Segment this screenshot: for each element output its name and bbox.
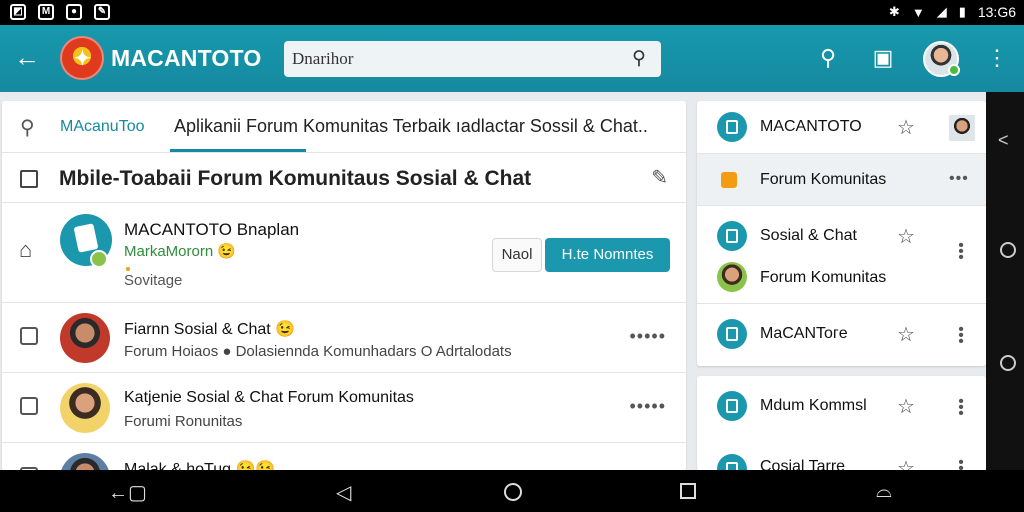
community-icon	[717, 391, 747, 421]
image-notification-icon: ◩	[10, 4, 26, 20]
community-item[interactable]: Mdum Kommsl ☆ • • •	[697, 376, 986, 436]
avatar	[60, 453, 110, 471]
edit-icon[interactable]: ✎	[651, 165, 668, 190]
more-vert-icon[interactable]: • • •	[958, 322, 964, 350]
star-icon[interactable]: ☆	[897, 456, 915, 471]
community-item[interactable]: Forum Komunitas •••	[697, 154, 986, 206]
community-icon	[717, 221, 747, 251]
mail-notification-icon: M	[38, 4, 54, 20]
community-icon	[717, 319, 747, 349]
home-nav-icon[interactable]	[504, 483, 522, 501]
secondary-button[interactable]: Naol	[492, 238, 542, 272]
bag-icon[interactable]: ▣	[870, 45, 896, 71]
select-all-checkbox[interactable]	[20, 170, 38, 188]
search-input[interactable]	[292, 47, 612, 71]
back-arrow-icon[interactable]: ←	[14, 43, 42, 71]
clock: 13:G6	[977, 4, 1016, 20]
forum-panel: ⚲ MAcanuToo Aplikanii Forum Komunitas Te…	[2, 101, 686, 471]
bluetooth-icon: ✱	[888, 4, 900, 19]
system-navigation-bar: ←▢ ◁ ⌓	[0, 470, 1024, 512]
community-label: Mdum Kommsl	[760, 397, 867, 414]
community-label: Forum Komunitas	[760, 269, 887, 286]
status-dot	[126, 267, 130, 271]
online-status-dot	[948, 64, 960, 76]
featured-meta: Sovitage	[124, 272, 183, 289]
search-icon[interactable]: ⚲	[815, 45, 841, 71]
join-button[interactable]: H.te Nomntes	[545, 238, 670, 272]
community-list: MACANTOTO ☆ Forum Komunitas ••• Sosial &…	[697, 101, 986, 366]
community-label: Forum Komunitas	[760, 171, 887, 188]
profile-avatar[interactable]	[923, 41, 960, 77]
rotate-nav-icon[interactable]: ⌓	[876, 480, 892, 503]
community-label: MACANTOTO	[760, 118, 862, 135]
community-label: MaCANToгe	[760, 325, 848, 342]
battery-icon: ▮	[958, 4, 966, 19]
recents-nav-icon[interactable]	[680, 483, 696, 499]
side-circle-button[interactable]	[1000, 355, 1016, 371]
side-navigation: <	[986, 92, 1024, 470]
back-triangle-icon[interactable]: ◁	[336, 480, 351, 505]
chevron-left-icon[interactable]: <	[998, 130, 1009, 151]
community-logo	[60, 214, 112, 268]
back-nav-icon[interactable]: ←▢	[108, 480, 147, 505]
list-item[interactable]: Katjenie Sosial & Chat Forum Komunitas F…	[2, 373, 686, 443]
community-label: Sosial & Chat	[760, 227, 857, 244]
more-horiz-icon[interactable]: •••••	[629, 326, 666, 347]
community-icon	[717, 454, 747, 471]
community-icon	[717, 112, 747, 142]
more-vert-icon[interactable]: • • •	[958, 238, 964, 266]
tab-brand[interactable]: MAcanuToo	[60, 118, 145, 136]
tab-bar: ⚲ MAcanuToo Aplikanii Forum Komunitas Te…	[2, 101, 686, 153]
community-item[interactable]: MaCANToгe ☆ • • •	[697, 304, 986, 366]
star-icon[interactable]: ☆	[897, 115, 915, 140]
app-notification-icon: ✎	[94, 4, 110, 20]
community-list-secondary: Mdum Kommsl ☆ • • • Cosial Tarre ☆ • •	[697, 376, 986, 471]
camera-notification-icon: ●	[66, 4, 82, 20]
home-icon[interactable]: ⌂	[19, 237, 32, 263]
star-icon[interactable]: ☆	[897, 322, 915, 347]
status-bar: ◩ M ● ✎ ✱ ▼ ◢ ▮ 13:G6	[0, 0, 1024, 25]
more-vert-icon[interactable]: ⋮	[984, 45, 1010, 71]
side-home-button[interactable]	[1000, 242, 1016, 258]
post-subtitle: Forumi Ronunitas	[124, 413, 243, 430]
more-horiz-icon[interactable]: •••••	[629, 396, 666, 417]
post-title: Katjenie Sosial & Chat Forum Komunitas	[124, 389, 414, 406]
star-icon[interactable]: ☆	[897, 394, 915, 419]
search-box[interactable]: ⚲	[284, 41, 661, 77]
app-bar: ← ✦ MACANTOTO ⚲ ⚲ ▣ ⋮	[0, 25, 1024, 92]
avatar	[60, 313, 110, 363]
title-row: Mbile-Toabaii Forum Komunitaus Sosial & …	[2, 153, 686, 203]
featured-title: MACANTOTO Bnaplan	[124, 220, 300, 239]
list-item[interactable]: Fiarnn Sosial & Chat 😉 Forum Hoiaos ● Do…	[2, 303, 686, 373]
featured-subtitle: MarkaMororn 😉	[124, 243, 237, 260]
message-icon	[20, 327, 38, 345]
star-icon[interactable]: ☆	[897, 224, 915, 249]
post-subtitle: Forum Hoiaos ● Dolasiennda Komunhadars O…	[124, 343, 512, 360]
tab-main[interactable]: Aplikanii Forum Komunitas Terbaik ıadlac…	[174, 116, 648, 137]
more-horiz-icon[interactable]: •••	[949, 170, 969, 188]
brand-logo: ✦	[60, 36, 104, 80]
more-vert-icon[interactable]: • • •	[958, 394, 964, 422]
message-icon	[20, 397, 38, 415]
post-title: Fiarnn Sosial & Chat 😉	[124, 321, 296, 338]
page-title: Mbile-Toabaii Forum Komunitaus Sosial & …	[59, 167, 532, 190]
avatar	[60, 383, 110, 433]
folder-icon	[721, 172, 737, 188]
search-icon[interactable]: ⚲	[20, 115, 35, 140]
community-item[interactable]: MACANTOTO ☆	[697, 101, 986, 154]
voice-search-icon[interactable]: ⚲	[627, 47, 651, 71]
avatar	[717, 262, 747, 292]
tab-indicator	[170, 149, 306, 152]
community-item[interactable]: Cosial Tarre ☆ • •	[697, 452, 986, 471]
community-group[interactable]: Sosial & Chat ☆ • • • Forum Komunitas	[697, 206, 986, 304]
list-item[interactable]: Malak & hoTug 😉😉	[2, 443, 686, 471]
wifi-icon: ▼	[911, 4, 925, 20]
signal-icon: ◢	[936, 4, 947, 19]
featured-community[interactable]: ⌂ MACANTOTO Bnaplan MarkaMororn 😉 Sovita…	[2, 203, 686, 303]
brand-name: MACANTOTO	[111, 45, 262, 71]
avatar	[949, 115, 975, 141]
